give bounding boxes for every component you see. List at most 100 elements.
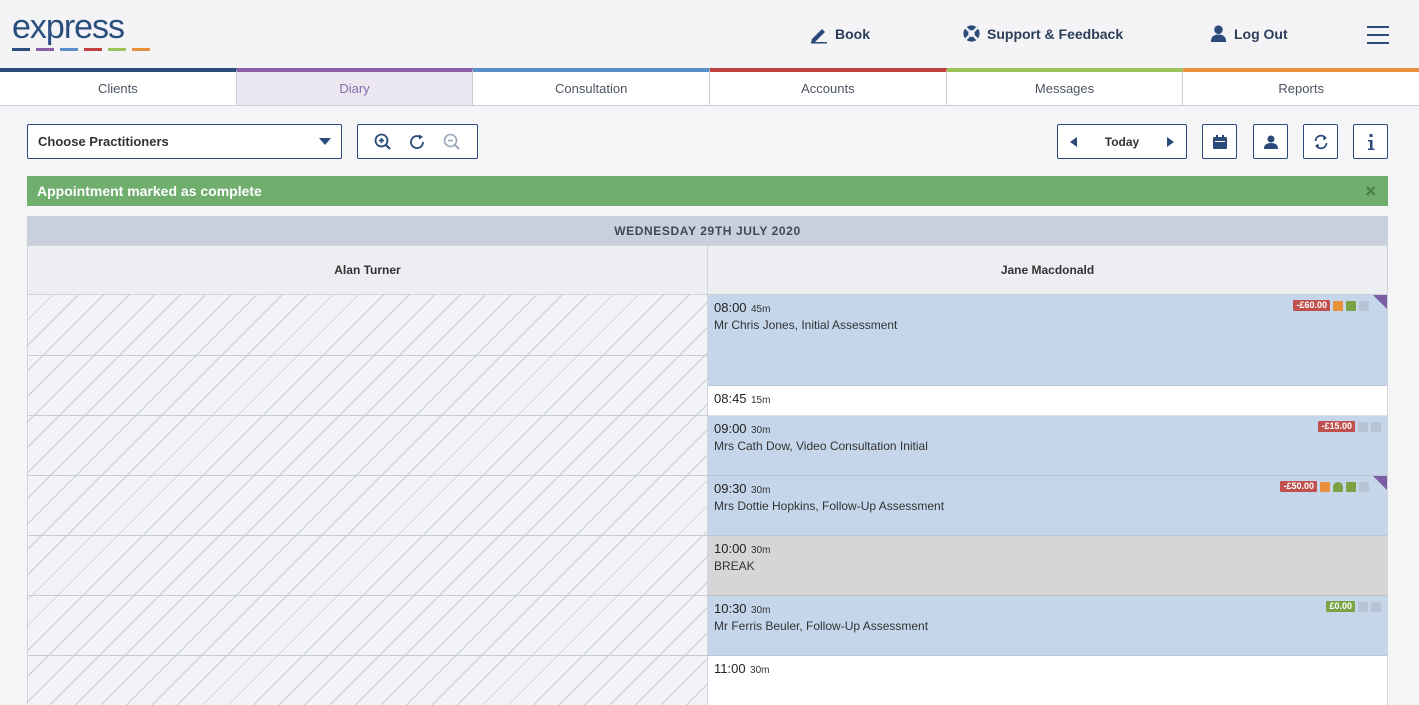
slot-badges: -£60.00 xyxy=(1293,300,1369,311)
tab-accounts[interactable]: Accounts xyxy=(710,68,947,105)
slot-duration: 45m xyxy=(751,304,771,315)
slot-time: 08:45 xyxy=(714,391,747,406)
slot-divider xyxy=(27,415,708,416)
slot-duration: 15m xyxy=(751,395,771,406)
zoom-out-icon[interactable] xyxy=(443,133,461,151)
book-label: Book xyxy=(835,26,870,42)
free-slot[interactable]: 11:00 30m xyxy=(708,656,1387,705)
appointment-slot[interactable]: 08:00 45m Mr Chris Jones, Initial Assess… xyxy=(708,295,1387,386)
refresh-button[interactable] xyxy=(1303,124,1338,159)
previous-day-icon[interactable] xyxy=(1070,136,1077,147)
slot-description: BREAK xyxy=(714,559,755,573)
day-navigator: Today xyxy=(1057,124,1187,159)
main-tabs: Clients Diary Consultation Accounts Mess… xyxy=(0,68,1419,106)
flag-marker-icon xyxy=(1373,295,1387,309)
slot-description: Mr Chris Jones, Initial Assessment xyxy=(714,318,898,332)
slot-duration: 30m xyxy=(751,425,771,436)
info-button[interactable] xyxy=(1353,124,1388,159)
slot-duration: 30m xyxy=(751,545,771,556)
practitioner-column-alan-turner: Alan Turner xyxy=(27,245,708,295)
express-logo[interactable]: express xyxy=(12,8,150,51)
balance-badge: £0.00 xyxy=(1326,601,1355,612)
tab-reports[interactable]: Reports xyxy=(1183,68,1419,105)
balance-badge: -£60.00 xyxy=(1293,300,1330,311)
slot-time: 09:30 xyxy=(714,481,747,496)
slot-divider xyxy=(27,535,708,536)
appointment-slot[interactable]: 10:30 30m Mr Ferris Beuler, Follow-Up As… xyxy=(708,596,1387,656)
appointment-slot[interactable]: 09:00 30m Mrs Cath Dow, Video Consultati… xyxy=(708,416,1387,476)
user-icon xyxy=(1210,25,1227,43)
slot-divider xyxy=(27,595,708,596)
calendar-button[interactable] xyxy=(1202,124,1237,159)
lifebuoy-icon xyxy=(963,25,980,42)
zoom-controls xyxy=(357,124,478,159)
slot-time: 10:00 xyxy=(714,541,747,556)
slot-duration: 30m xyxy=(751,605,771,616)
slot-description: Mrs Cath Dow, Video Consultation Initial xyxy=(714,439,928,453)
tab-diary[interactable]: Diary xyxy=(236,68,474,105)
slot-description: Mr Ferris Beuler, Follow-Up Assessment xyxy=(714,619,929,633)
next-day-icon[interactable] xyxy=(1166,136,1174,147)
practitioner-view-button[interactable] xyxy=(1253,124,1288,159)
practitioner-column-jane-macdonald: Jane Macdonald xyxy=(707,245,1388,295)
tab-clients[interactable]: Clients xyxy=(0,68,237,105)
slot-time: 09:00 xyxy=(714,421,747,436)
invoice-icon xyxy=(1333,300,1343,311)
break-slot[interactable]: 10:00 30m BREAK xyxy=(708,536,1387,596)
note-icon xyxy=(1371,421,1381,432)
note-icon xyxy=(1359,300,1369,311)
today-button[interactable]: Today xyxy=(1105,135,1139,149)
slot-time: 08:00 xyxy=(714,300,747,315)
payment-icon xyxy=(1358,601,1368,612)
calendar-icon xyxy=(1212,134,1227,149)
tab-messages[interactable]: Messages xyxy=(946,68,1184,105)
practitioner-select-value: Choose Practitioners xyxy=(38,134,169,149)
chevron-down-icon xyxy=(319,138,331,145)
payment-icon xyxy=(1358,421,1368,432)
refresh-icon xyxy=(1314,134,1327,149)
slot-duration: 30m xyxy=(751,485,771,496)
close-icon[interactable]: × xyxy=(1365,182,1376,200)
pencil-icon xyxy=(811,29,827,44)
book-link[interactable]: Book xyxy=(809,24,870,44)
arrived-user-icon xyxy=(1333,481,1343,492)
logo-text: express xyxy=(12,8,125,46)
invoice-icon xyxy=(1320,481,1330,492)
menu-icon[interactable] xyxy=(1367,26,1389,50)
success-alert: Appointment marked as complete × xyxy=(27,176,1388,206)
slot-badges: £0.00 xyxy=(1326,601,1381,612)
slot-time: 11:00 xyxy=(714,661,746,676)
logout-link[interactable]: Log Out xyxy=(1209,24,1288,43)
support-feedback-link[interactable]: Support & Feedback xyxy=(962,24,1123,43)
diary-date: WEDNESDAY 29TH JULY 2020 xyxy=(27,216,1388,245)
zoom-in-icon[interactable] xyxy=(374,133,392,151)
alert-message: Appointment marked as complete xyxy=(37,183,262,199)
payment-icon xyxy=(1346,300,1356,311)
support-label: Support & Feedback xyxy=(987,25,1124,42)
note-icon xyxy=(1371,601,1381,612)
logo-color-bars xyxy=(12,48,150,51)
balance-badge: -£15.00 xyxy=(1318,421,1355,432)
info-icon xyxy=(1367,133,1374,150)
tab-consultation[interactable]: Consultation xyxy=(473,68,711,105)
unavailable-column xyxy=(27,295,708,705)
flag-marker-icon xyxy=(1373,476,1387,490)
payment-icon xyxy=(1346,481,1356,492)
practitioner-select[interactable]: Choose Practitioners xyxy=(27,124,342,159)
appointment-slot[interactable]: 09:30 30m Mrs Dottie Hopkins, Follow-Up … xyxy=(708,476,1387,536)
free-slot[interactable]: 08:45 15m xyxy=(708,386,1387,416)
slot-divider xyxy=(27,355,708,356)
note-icon xyxy=(1359,481,1369,492)
balance-badge: -£50.00 xyxy=(1280,481,1317,492)
logout-label: Log Out xyxy=(1234,25,1288,42)
slot-duration: 30m xyxy=(750,665,770,676)
slot-description: Mrs Dottie Hopkins, Follow-Up Assessment xyxy=(714,499,945,513)
slot-badges: -£15.00 xyxy=(1318,421,1381,432)
slot-divider xyxy=(27,475,708,476)
slot-badges: -£50.00 xyxy=(1280,481,1369,492)
app-header: express Book Support & Feedback Log Out xyxy=(0,0,1419,68)
slot-divider xyxy=(27,655,708,656)
slot-time: 10:30 xyxy=(714,601,747,616)
user-icon xyxy=(1263,135,1278,149)
reset-zoom-icon[interactable] xyxy=(408,133,426,151)
